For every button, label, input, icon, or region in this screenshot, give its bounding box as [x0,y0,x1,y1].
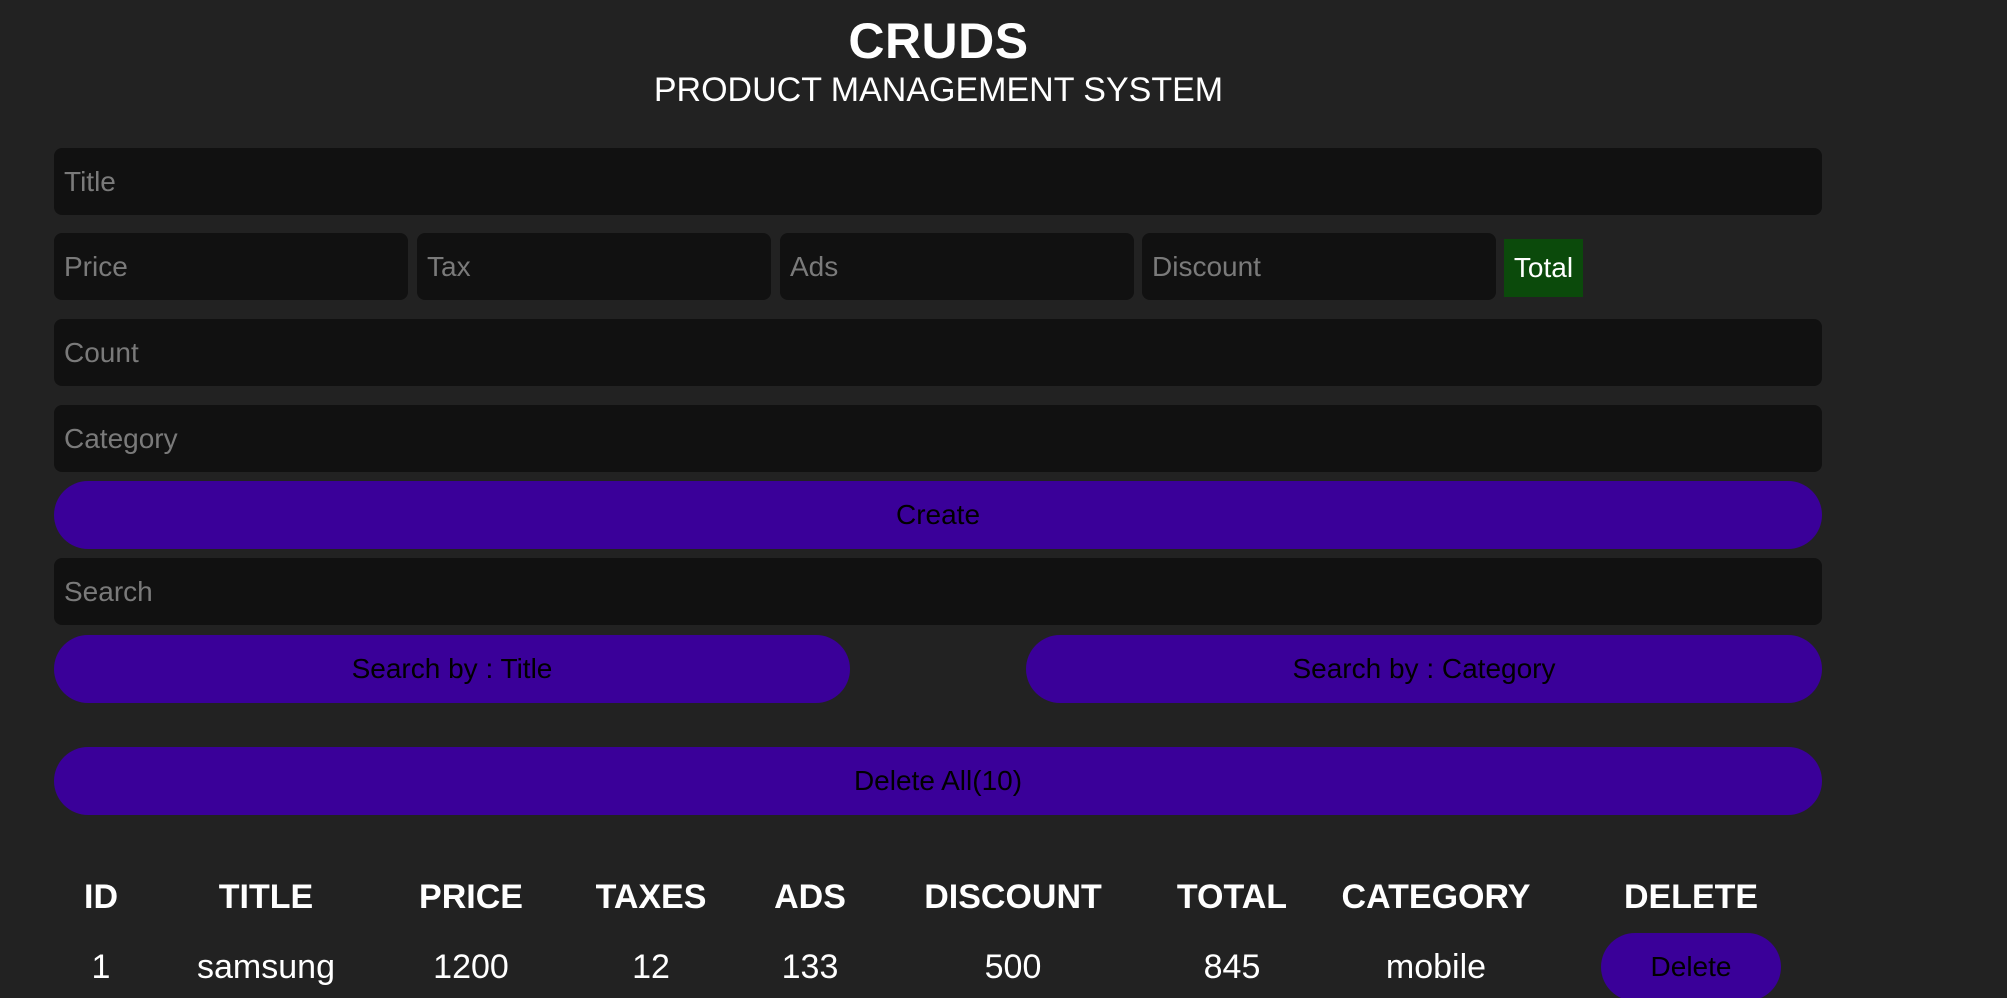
column-header-title: TITLE [218,877,314,916]
cell-price: 1200 [433,947,509,986]
table-header-row: ID TITLE PRICE TAXES ADS DISCOUNT TOTAL … [54,868,1824,926]
category-input[interactable] [54,405,1822,472]
create-button[interactable]: Create [54,481,1822,549]
delete-all-button[interactable]: Delete All(10) [54,747,1822,815]
price-input[interactable] [54,233,408,300]
search-input[interactable] [54,558,1822,625]
column-header-ads: ADS [774,877,846,916]
column-header-total: TOTAL [1176,877,1288,916]
crud-app: CRUDS PRODUCT MANAGEMENT SYSTEM Total Cr… [0,0,2007,998]
ads-input[interactable] [780,233,1134,300]
cell-ads: 133 [781,947,839,986]
count-input[interactable] [54,319,1822,386]
column-header-discount: DISCOUNT [924,877,1102,916]
cell-taxes: 12 [632,947,670,986]
cell-total: 845 [1203,947,1261,986]
cell-delete: Delete [1558,926,1824,998]
cell-category: mobile [1385,947,1487,986]
table-row: 1 samsung 1200 12 133 500 845 mobile Del… [54,926,1824,998]
column-header-taxes: TAXES [595,877,707,916]
column-header-id: ID [84,877,118,916]
column-header-delete: DELETE [1623,877,1759,916]
cell-discount: 500 [984,947,1042,986]
page-header: CRUDS PRODUCT MANAGEMENT SYSTEM [0,12,1877,110]
search-by-title-button[interactable]: Search by : Title [54,635,850,703]
page-subtitle: PRODUCT MANAGEMENT SYSTEM [653,71,1224,109]
page-title: CRUDS [848,13,1029,69]
tax-input[interactable] [417,233,771,300]
products-table: ID TITLE PRICE TAXES ADS DISCOUNT TOTAL … [54,868,1824,998]
cell-title: samsung [197,947,335,986]
cell-id: 1 [91,947,111,986]
column-header-category: CATEGORY [1341,877,1531,916]
total-display: Total [1504,239,1583,297]
column-header-price: PRICE [419,877,523,916]
title-input[interactable] [54,148,1822,215]
discount-input[interactable] [1142,233,1496,300]
search-by-category-button[interactable]: Search by : Category [1026,635,1822,703]
row-delete-button[interactable]: Delete [1601,933,1781,998]
